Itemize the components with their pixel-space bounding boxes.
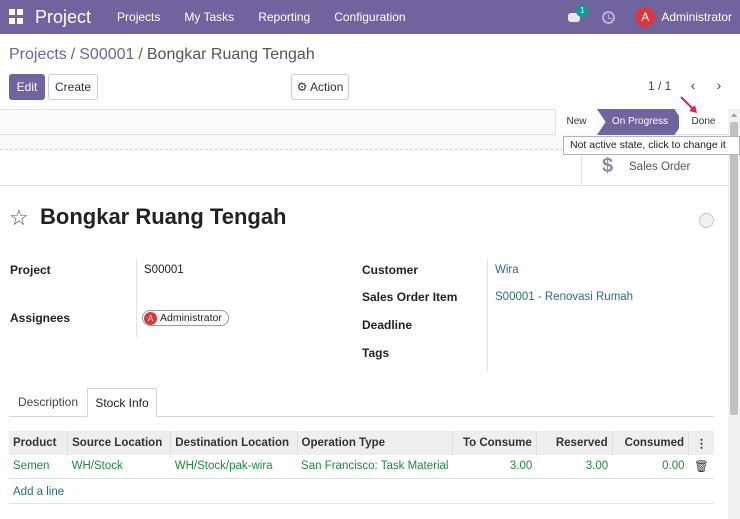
deadline-label: Deadline <box>362 318 413 332</box>
assignee-avatar: A <box>144 311 157 325</box>
tab-description[interactable]: Description <box>10 388 86 417</box>
table-header-row: Product Source Location Destination Loca… <box>9 431 714 455</box>
task-title[interactable]: Bongkar Ruang Tengah <box>40 204 287 230</box>
breadcrumb-separator: / <box>70 46 76 63</box>
column-product[interactable]: Product <box>9 431 69 455</box>
customer-value[interactable]: Wira <box>495 264 519 276</box>
assignees-label: Assignees <box>10 311 71 325</box>
edit-button[interactable]: Edit <box>9 74 45 100</box>
sales-order-smart-button[interactable]: $ Sales Order <box>581 150 728 185</box>
breadcrumb-projects[interactable]: Projects <box>9 46 67 63</box>
column-operation-type[interactable]: Operation Type <box>297 431 453 455</box>
chat-icon[interactable]: 1 <box>568 5 589 24</box>
menu-reporting[interactable]: Reporting <box>258 10 310 24</box>
project-value[interactable]: S00001 <box>144 264 184 276</box>
sales-order-item-value[interactable]: S00001 - Renovasi Rumah <box>495 291 633 303</box>
breadcrumb: Projects / S00001/Bongkar Ruang Tengah <box>9 46 315 64</box>
top-navbar: Project Projects My Tasks Reporting Conf… <box>0 0 740 34</box>
button-box-divider <box>0 185 728 186</box>
menu-my-tasks[interactable]: My Tasks <box>184 10 234 24</box>
pager-next-icon[interactable]: › <box>712 76 726 94</box>
tags-label: Tags <box>362 346 390 360</box>
menu-projects[interactable]: Projects <box>117 10 160 24</box>
scroll-up-icon[interactable] <box>731 113 737 117</box>
sales-order-label: Sales Order <box>629 161 691 173</box>
gear-icon: ⚙ <box>296 80 308 94</box>
action-label: Action <box>310 80 344 94</box>
user-avatar[interactable]: A <box>635 7 656 27</box>
field-divider <box>136 259 137 337</box>
assignee-tag[interactable]: A Administrator <box>142 310 229 326</box>
pager-previous-icon[interactable]: ‹ <box>686 76 700 94</box>
create-button[interactable]: Create <box>48 74 98 100</box>
pointer-arrow-icon <box>680 96 697 113</box>
table-bottom-border <box>9 503 714 504</box>
breadcrumb-separator: / <box>138 46 143 63</box>
column-destination-location[interactable]: Destination Location <box>170 431 298 455</box>
optional-columns-icon[interactable]: ⋮ <box>688 431 714 455</box>
sales-order-item-label: Sales Order Item <box>362 290 458 304</box>
action-button[interactable]: ⚙ Action <box>291 74 349 100</box>
column-consumed[interactable]: Consumed <box>612 431 690 455</box>
pager-value[interactable]: 1 / 1 <box>648 79 671 93</box>
trash-icon[interactable]: 🗑 <box>688 455 714 479</box>
user-name[interactable]: Administrator <box>661 10 732 24</box>
menu-configuration[interactable]: Configuration <box>334 10 405 24</box>
field-divider <box>487 259 488 371</box>
cell-source-location[interactable]: WH/Stock <box>67 455 171 479</box>
kanban-state-indicator[interactable] <box>699 213 714 228</box>
add-line-link[interactable]: Add a line <box>13 486 64 498</box>
column-to-consume[interactable]: To Consume <box>452 431 537 455</box>
apps-menu-icon[interactable] <box>9 9 25 25</box>
stage-tooltip: Not active state, click to change it <box>563 136 740 155</box>
scrollbar-thumb[interactable] <box>730 122 738 415</box>
stage-new[interactable]: New <box>555 109 597 135</box>
cell-reserved[interactable]: 3.00 <box>536 455 613 479</box>
app-title[interactable]: Project <box>35 7 91 28</box>
column-source-location[interactable]: Source Location <box>67 431 172 455</box>
star-icon[interactable]: ☆ <box>9 205 29 231</box>
activity-clock-icon[interactable] <box>602 10 616 24</box>
breadcrumb-current: Bongkar Ruang Tengah <box>146 46 315 63</box>
cell-product[interactable]: Semen <box>9 455 68 479</box>
assignee-name: Administrator <box>160 312 222 324</box>
dollar-icon: $ <box>602 155 614 177</box>
customer-label: Customer <box>362 263 419 277</box>
breadcrumb-project[interactable]: S00001 <box>79 46 134 63</box>
cell-destination-location[interactable]: WH/Stock/pak-wira <box>170 455 298 479</box>
cell-consumed[interactable]: 0.00 <box>612 455 689 479</box>
stage-on-progress[interactable]: On Progress <box>597 109 683 135</box>
cell-to-consume[interactable]: 3.00 <box>452 455 537 479</box>
chat-badge: 1 <box>576 5 589 17</box>
tab-stock-info[interactable]: Stock Info <box>87 388 157 417</box>
table-row[interactable]: Semen WH/Stock WH/Stock/pak-wira San Fra… <box>9 455 714 479</box>
stock-moves-table: Product Source Location Destination Loca… <box>9 431 714 479</box>
navbar-systray: 1 A Administrator <box>568 0 732 34</box>
column-reserved[interactable]: Reserved <box>536 431 613 455</box>
project-label: Project <box>10 263 51 277</box>
cell-operation-type[interactable]: San Francisco: Task Material <box>297 455 453 479</box>
